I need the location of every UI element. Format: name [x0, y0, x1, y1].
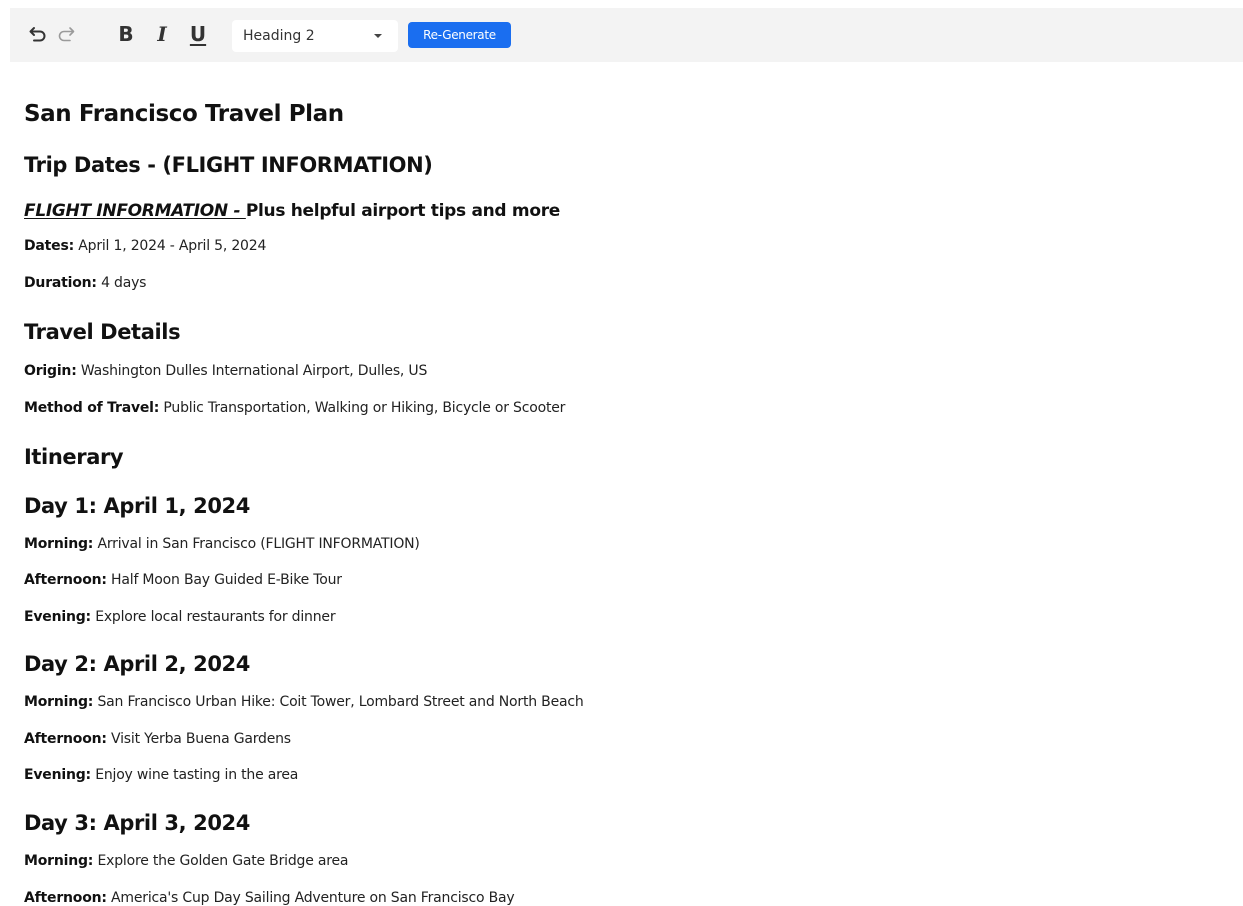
- evening-value: Explore local restaurants for dinner: [90, 609, 336, 625]
- bold-button[interactable]: B: [114, 20, 138, 48]
- day-heading: Day 3: April 3, 2024: [24, 811, 250, 835]
- afternoon-value: Visit Yerba Buena Gardens: [106, 731, 291, 747]
- morning-value: San Francisco Urban Hike: Coit Tower, Lo…: [93, 694, 584, 710]
- day2-evening: Evening: Enjoy wine tasting in the area: [24, 768, 298, 782]
- day-heading: Day 2: April 2, 2024: [24, 652, 250, 676]
- day-heading: Day 1: April 1, 2024: [24, 494, 250, 518]
- block-format-select[interactable]: Heading 2: [232, 20, 398, 52]
- bold-icon: B: [118, 22, 134, 46]
- origin-line: Origin: Washington Dulles International …: [24, 364, 427, 378]
- evening-label: Evening:: [24, 767, 91, 783]
- evening-value: Enjoy wine tasting in the area: [90, 767, 299, 783]
- day3-afternoon: Afternoon: America's Cup Day Sailing Adv…: [24, 890, 515, 906]
- dates-line: Dates: April 1, 2024 - April 5, 2024: [24, 239, 266, 253]
- morning-value: Explore the Golden Gate Bridge area: [93, 853, 349, 869]
- morning-label: Morning:: [24, 536, 94, 552]
- afternoon-label: Afternoon:: [24, 890, 107, 906]
- doc-title: San Francisco Travel Plan: [24, 101, 344, 127]
- day2-afternoon: Afternoon: Visit Yerba Buena Gardens: [24, 732, 291, 746]
- afternoon-value: Half Moon Bay Guided E-Bike Tour: [106, 572, 342, 588]
- underline-button[interactable]: U: [186, 20, 210, 48]
- heading-trip-dates: Trip Dates - (FLIGHT INFORMATION): [24, 153, 433, 177]
- regenerate-button[interactable]: Re-Generate: [408, 22, 511, 48]
- italic-button[interactable]: I: [150, 20, 174, 48]
- undo-icon: [29, 27, 46, 42]
- method-line: Method of Travel: Public Transportation,…: [24, 401, 565, 415]
- flight-information-link[interactable]: FLIGHT INFORMATION -: [24, 201, 246, 221]
- day3-morning: Morning: Explore the Golden Gate Bridge …: [24, 854, 348, 868]
- undo-button[interactable]: [26, 20, 50, 48]
- method-value: Public Transportation, Walking or Hiking…: [159, 400, 566, 416]
- origin-value: Washington Dulles International Airport,…: [76, 363, 428, 379]
- duration-label: Duration:: [24, 275, 97, 291]
- dates-label: Dates:: [24, 238, 74, 254]
- origin-label: Origin:: [24, 363, 77, 379]
- redo-icon: [58, 27, 75, 42]
- morning-value: Arrival in San Francisco (FLIGHT INFORMA…: [93, 536, 420, 552]
- block-format-value: Heading 2: [243, 28, 315, 44]
- afternoon-value: America's Cup Day Sailing Adventure on S…: [106, 890, 515, 906]
- italic-icon: I: [157, 22, 167, 46]
- afternoon-label: Afternoon:: [24, 572, 107, 588]
- duration-value: 4 days: [96, 275, 147, 291]
- duration-line: Duration: 4 days: [24, 276, 146, 290]
- heading-travel-details: Travel Details: [24, 320, 181, 344]
- redo-button[interactable]: [54, 20, 78, 48]
- evening-label: Evening:: [24, 609, 91, 625]
- morning-label: Morning:: [24, 694, 94, 710]
- afternoon-label: Afternoon:: [24, 731, 107, 747]
- morning-label: Morning:: [24, 853, 94, 869]
- day2-morning: Morning: San Francisco Urban Hike: Coit …: [24, 695, 584, 709]
- chevron-down-icon: [374, 34, 382, 38]
- underline-icon: U: [189, 22, 207, 46]
- day1-afternoon: Afternoon: Half Moon Bay Guided E-Bike T…: [24, 573, 342, 587]
- method-label: Method of Travel:: [24, 400, 160, 416]
- flight-info-line: FLIGHT INFORMATION - Plus helpful airpor…: [24, 203, 560, 220]
- editor-toolbar: B I U Heading 2 Re-Generate: [10, 8, 1243, 62]
- day1-evening: Evening: Explore local restaurants for d…: [24, 609, 336, 625]
- day1-morning: Morning: Arrival in San Francisco (FLIGH…: [24, 537, 420, 551]
- dates-value: April 1, 2024 - April 5, 2024: [74, 238, 267, 254]
- heading-itinerary: Itinerary: [24, 445, 124, 469]
- flight-info-tagline: Plus helpful airport tips and more: [245, 201, 561, 221]
